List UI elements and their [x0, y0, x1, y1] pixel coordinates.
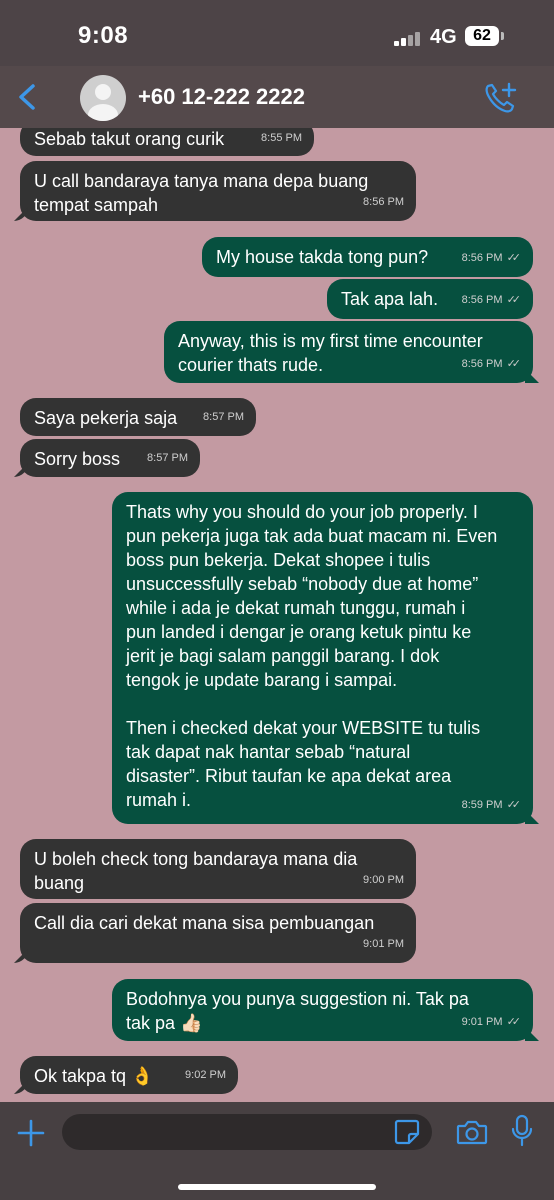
avatar[interactable] [80, 75, 126, 121]
message-bubble-incoming[interactable]: U boleh check tong bandaraya mana dia bu… [20, 839, 416, 899]
status-bar: 9:08 4G 62 [0, 0, 554, 66]
message-text: U boleh check tong bandaraya mana dia bu… [34, 849, 358, 893]
microphone-icon[interactable] [510, 1114, 534, 1148]
status-time: 9:08 [78, 22, 129, 49]
bubble-tail [525, 369, 539, 383]
bubble-tail [14, 1080, 28, 1094]
bubble-tail [14, 207, 28, 221]
message-bubble-outgoing[interactable]: Tak apa lah. 8:56 PM ✓✓ [327, 279, 533, 319]
message-bubble-incoming[interactable]: Sebab takut orang curik 8:55 PM [20, 128, 314, 156]
read-ticks-icon: ✓✓ [506, 1016, 522, 1028]
message-bubble-incoming[interactable]: Call dia cari dekat mana sisa pembuangan… [14, 903, 416, 963]
message-input[interactable] [62, 1114, 432, 1150]
message-time: 9:01 PM [363, 938, 404, 950]
message-time: 8:57 PM [147, 452, 188, 464]
message-bubble-outgoing[interactable]: My house takda tong pun? 8:56 PM ✓✓ [202, 237, 533, 277]
message-time: 9:00 PM [363, 874, 404, 886]
message-time: 9:02 PM [185, 1069, 226, 1081]
battery-icon: 62 [465, 26, 499, 46]
person-icon [88, 84, 118, 121]
phone-plus-icon[interactable] [482, 80, 518, 114]
message-time: 8:59 PM [461, 799, 503, 811]
chat-header: +60 12-222 2222 [0, 66, 554, 128]
message-bubble-incoming[interactable]: Saya pekerja saja 8:57 PM [20, 398, 256, 436]
message-bubble-incoming[interactable]: Ok takpa tq 👌 9:02 PM [14, 1056, 238, 1094]
bubble-tail [14, 463, 28, 477]
message-time: 8:56 PM [461, 358, 503, 370]
message-text: Thats why you should do your job properl… [126, 502, 498, 810]
sticker-icon[interactable] [394, 1119, 420, 1145]
home-indicator[interactable] [178, 1184, 376, 1190]
message-text: U call bandaraya tanya mana depa buang t… [34, 171, 369, 215]
chevron-left-icon[interactable] [14, 82, 42, 112]
camera-icon[interactable] [456, 1118, 488, 1146]
message-time: 8:56 PM [461, 294, 503, 306]
read-ticks-icon: ✓✓ [506, 358, 522, 370]
bubble-tail [525, 1027, 539, 1041]
message-bubble-incoming[interactable]: Sorry boss 8:57 PM [14, 439, 200, 477]
contact-name[interactable]: +60 12-222 2222 [138, 84, 305, 110]
read-ticks-icon: ✓✓ [506, 294, 522, 306]
read-ticks-icon: ✓✓ [506, 799, 522, 811]
message-time: 8:56 PM [363, 196, 404, 208]
message-bubble-outgoing[interactable]: Bodohnya you punya suggestion ni. Tak pa… [112, 979, 539, 1041]
message-time: 8:55 PM [261, 132, 302, 144]
composer-bar [0, 1102, 554, 1200]
message-time: 8:56 PM [461, 252, 503, 264]
bubble-tail [14, 949, 28, 963]
plus-icon[interactable] [16, 1118, 46, 1148]
message-text: Bodohnya you punya suggestion ni. Tak pa… [126, 989, 469, 1033]
message-list: Sebab takut orang curik 8:55 PM U call b… [0, 128, 554, 1102]
read-ticks-icon: ✓✓ [506, 252, 522, 264]
bubble-tail [525, 810, 539, 824]
message-bubble-outgoing[interactable]: Anyway, this is my first time encounter … [164, 321, 539, 383]
signal-icon [394, 30, 424, 46]
battery-tip [501, 32, 504, 40]
message-bubble-outgoing[interactable]: Thats why you should do your job properl… [112, 492, 539, 824]
message-time: 9:01 PM [461, 1016, 503, 1028]
message-bubble-incoming[interactable]: U call bandaraya tanya mana depa buang t… [14, 161, 416, 221]
message-text: Call dia cari dekat mana sisa pembuangan [34, 913, 375, 933]
network-type: 4G [430, 26, 457, 48]
message-time: 8:57 PM [203, 411, 244, 423]
